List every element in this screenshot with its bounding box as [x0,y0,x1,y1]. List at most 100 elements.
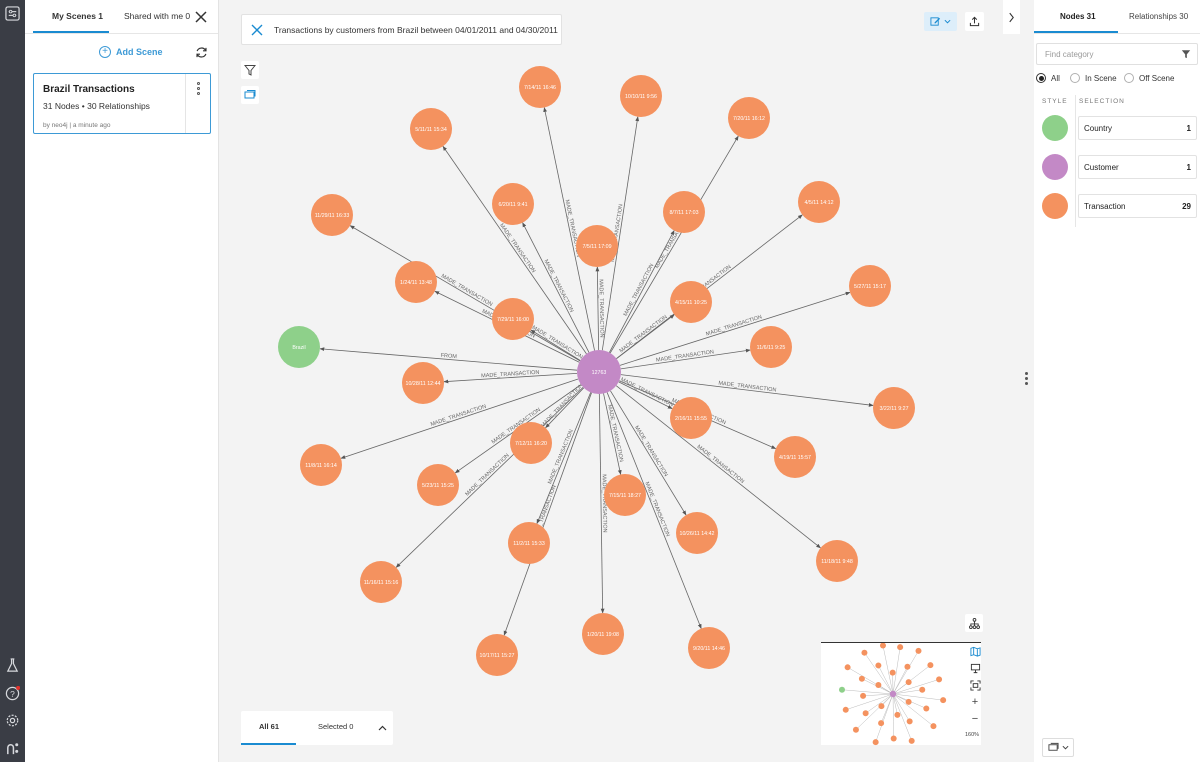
transaction-node[interactable]: 8/7/11 17:03 [663,191,705,233]
node-label: 10/28/11 12:44 [406,381,441,387]
category-row-country[interactable]: Country 1 [1034,115,1200,141]
transaction-node[interactable]: 7/29/11 16:00 [492,298,534,340]
transaction-node[interactable]: 11/2/11 15:33 [508,522,550,564]
collapse-panel-button[interactable] [1003,0,1020,34]
chevron-up-icon[interactable] [378,724,387,733]
transaction-node[interactable]: 4/5/11 14:12 [798,181,840,223]
transaction-node[interactable]: 5/11/11 15:34 [410,108,452,150]
transaction-node[interactable]: 7/12/11 16:20 [510,422,552,464]
radio-off-scene[interactable]: Off Scene [1124,73,1174,83]
transaction-style-swatch[interactable] [1042,193,1068,219]
category-chip[interactable]: Customer 1 [1078,155,1197,179]
tab-my-scenes[interactable]: My Scenes 1 [52,11,103,21]
active-tab-indicator [1034,31,1118,33]
settings-gear-icon[interactable] [5,713,20,728]
category-row-customer[interactable]: Customer 1 [1034,154,1200,180]
customer-style-swatch[interactable] [1042,154,1068,180]
node-label: 10/10/11 9:56 [625,94,657,100]
resize-handle[interactable] [1025,372,1028,385]
minimap-node [905,698,912,705]
transaction-node[interactable]: 4/19/11 15:57 [774,436,816,478]
category-search-input[interactable] [1045,44,1175,65]
export-button[interactable] [965,12,984,31]
help-icon[interactable]: ? [5,686,20,701]
country-node[interactable]: Brazil [278,326,320,368]
transaction-node[interactable]: 10/26/11 14:42 [676,512,718,554]
close-icon[interactable] [194,10,208,24]
node-label: 6/20/11 9:41 [498,202,527,208]
radio-in-scene[interactable]: In Scene [1070,73,1117,83]
presentation-icon[interactable] [966,661,984,675]
transaction-node[interactable]: 7/14/11 16:46 [519,66,561,108]
zoom-out-icon[interactable]: − [966,712,984,726]
relationship-label: MADE_TRANSACTION [464,453,510,498]
transaction-node[interactable]: 6/20/11 9:41 [492,183,534,225]
add-scene-button[interactable]: + Add Scene [99,46,163,58]
fit-to-screen-icon[interactable] [966,678,984,692]
hierarchy-icon [968,617,980,629]
node-label: 11/2/11 15:33 [513,541,545,547]
transaction-node[interactable]: 3/22/11 9:27 [873,387,915,429]
refresh-icon[interactable] [195,46,208,59]
customer-node[interactable]: 12763 [577,350,621,394]
category-chip[interactable]: Transaction 29 [1078,194,1197,218]
tab-relationships[interactable]: Relationships 30 [1129,12,1188,21]
scene-options-button[interactable] [185,74,211,133]
minimap-node [862,710,869,717]
transaction-node[interactable]: 10/28/11 12:44 [402,362,444,404]
category-search[interactable] [1036,43,1198,65]
filter-icon[interactable] [1181,49,1191,59]
transaction-node[interactable]: 9/20/11 14:46 [688,627,730,669]
search-query[interactable]: Transactions by customers from Brazil be… [274,25,558,35]
transaction-node[interactable]: 11/8/11 16:14 [300,444,342,486]
transaction-node[interactable]: 2/16/11 15:55 [670,397,712,439]
scenes-tabs: My Scenes 1 Shared with me 0 [25,0,218,34]
graph-canvas[interactable]: MADE_TRANSACTION MADE_TRANSACTION MADE_TRA… [219,0,1003,762]
category-row-transaction[interactable]: Transaction 29 [1034,193,1200,219]
zoom-in-icon[interactable]: + [966,695,984,709]
node-label: 10/26/11 14:42 [680,531,715,537]
filter-button[interactable] [241,61,259,79]
transaction-node[interactable]: 11/18/11 9:48 [816,540,858,582]
minimap-node [927,662,934,669]
flask-icon[interactable] [5,658,20,673]
tab-selected[interactable]: Selected 0 [318,722,353,731]
category-count: 1 [1186,163,1191,172]
node-label: 7/20/11 16:12 [733,116,765,122]
category-chip[interactable]: Country 1 [1078,116,1197,140]
node-label: 8/7/11 17:03 [669,210,698,216]
transaction-node[interactable]: 7/15/11 18:27 [604,474,646,516]
transaction-node[interactable]: 11/16/11 15:16 [360,561,402,603]
legend-view-button[interactable] [1042,738,1074,757]
card-list-button[interactable] [241,86,259,104]
minimap-graph [839,642,947,746]
node-label: 4/19/11 15:57 [779,455,811,461]
transaction-node[interactable]: 11/29/11 16:33 [311,194,353,236]
transaction-node[interactable]: 1/24/11 13:48 [395,261,437,303]
category-count: 1 [1186,124,1191,133]
transaction-node[interactable]: 7/5/11 17:09 [576,225,618,267]
app-switcher-icon[interactable] [5,6,20,21]
transaction-node[interactable]: 10/17/11 15:27 [476,634,518,676]
clear-search-icon[interactable] [251,24,263,36]
radio-all[interactable]: All [1036,73,1060,83]
result-tabs: All 61 Selected 0 [241,711,393,745]
tab-nodes[interactable]: Nodes 31 [1060,12,1096,21]
tab-shared-with-me[interactable]: Shared with me 0 [124,11,190,21]
tab-all[interactable]: All 61 [259,722,279,731]
transaction-node[interactable]: 1/20/11 19:08 [582,613,624,655]
transaction-node[interactable]: 5/23/11 15:25 [417,464,459,506]
edit-scene-button[interactable] [924,12,957,31]
transaction-node[interactable]: 10/10/11 9:56 [620,75,662,117]
map-icon[interactable] [966,644,984,658]
transaction-node[interactable]: 11/6/11 9:25 [750,326,792,368]
node-label: 4/5/11 14:12 [804,200,833,206]
scene-card[interactable]: Brazil Transactions 31 Nodes • 30 Relati… [33,73,211,134]
transaction-node[interactable]: 5/27/11 15:17 [849,265,891,307]
layout-button[interactable] [965,614,983,632]
transaction-node[interactable]: 7/20/11 16:12 [728,97,770,139]
country-style-swatch[interactable] [1042,115,1068,141]
minimap[interactable] [821,642,981,746]
transaction-node[interactable]: 4/15/11 10:25 [670,281,712,323]
search-bar[interactable]: Transactions by customers from Brazil be… [241,14,562,45]
